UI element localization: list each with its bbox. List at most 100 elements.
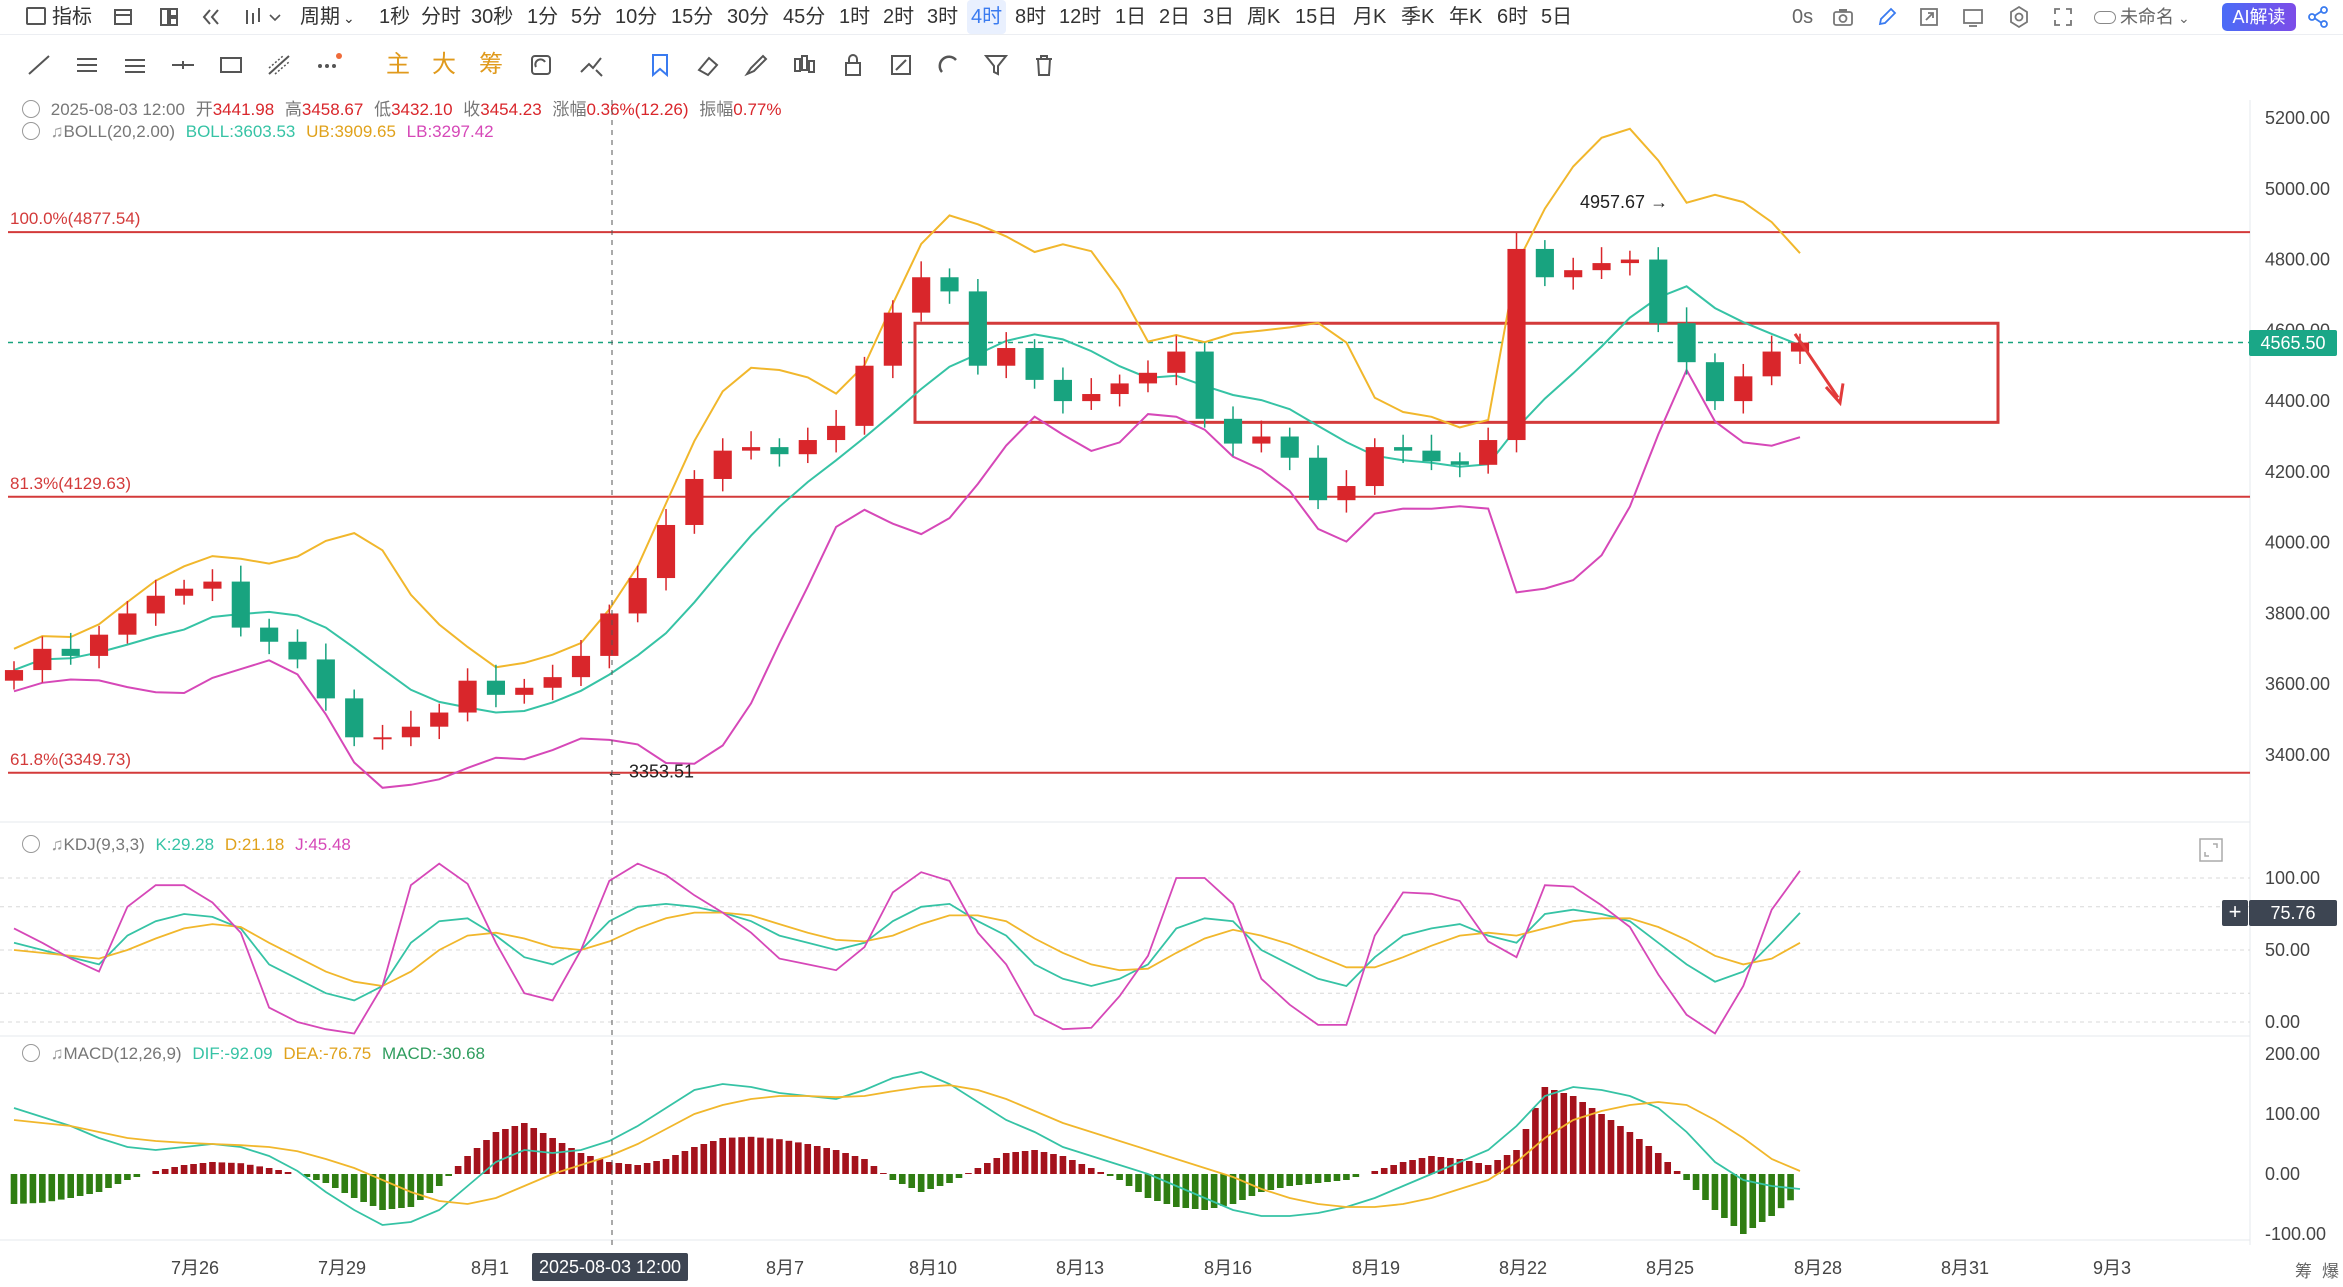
eraser-icon[interactable] bbox=[693, 50, 723, 80]
main-chart-chip[interactable]: 主 bbox=[383, 50, 413, 80]
footer-chip-a[interactable]: 筹 bbox=[2295, 1257, 2312, 1282]
chip-distribution-chip[interactable]: 筹 bbox=[476, 50, 506, 80]
candle-body bbox=[1195, 351, 1214, 419]
ai-interpret-button[interactable]: AI解读 bbox=[2222, 3, 2296, 31]
magnet-icon[interactable] bbox=[934, 50, 964, 80]
macd-bar bbox=[1097, 1172, 1105, 1174]
share-nodes-icon[interactable] bbox=[2305, 4, 2331, 30]
more-tools-icon[interactable] bbox=[312, 50, 342, 80]
macd-bar bbox=[209, 1162, 216, 1174]
macd-bar bbox=[974, 1168, 982, 1174]
expand-icon[interactable] bbox=[2197, 836, 2225, 864]
drawing-toolbar-icon[interactable] bbox=[110, 4, 136, 30]
period-tab[interactable]: 5分 bbox=[567, 0, 606, 34]
price-tick-label: 3600.00 bbox=[2265, 674, 2330, 694]
multi-chart-icon[interactable] bbox=[156, 4, 182, 30]
period-tab[interactable]: 12时 bbox=[1055, 0, 1105, 34]
period-tab[interactable]: 6时 bbox=[1493, 0, 1532, 34]
add-alert-button[interactable]: + bbox=[2222, 900, 2248, 926]
macd-bar bbox=[435, 1174, 443, 1186]
filter-icon[interactable] bbox=[981, 50, 1011, 80]
period-tab[interactable]: 2日 bbox=[1155, 0, 1194, 34]
macd-bar bbox=[785, 1140, 793, 1174]
period-tab[interactable]: 1分 bbox=[523, 0, 562, 34]
period-tab[interactable]: 2时 bbox=[879, 0, 918, 34]
macd-bar bbox=[284, 1172, 292, 1174]
period-tab[interactable]: 周K bbox=[1243, 0, 1284, 34]
macd-bar bbox=[341, 1174, 349, 1193]
macd-bar bbox=[870, 1166, 878, 1174]
lock-icon[interactable] bbox=[838, 50, 868, 80]
period-tab[interactable]: 10分 bbox=[611, 0, 661, 34]
period-tab[interactable]: 年K bbox=[1445, 0, 1486, 34]
period-tab[interactable]: 30秒 bbox=[467, 0, 517, 34]
time-tick-label: 9月3 bbox=[2093, 1258, 2131, 1278]
compare-icon[interactable] bbox=[198, 4, 224, 30]
macd-bar bbox=[936, 1174, 944, 1186]
period-tab[interactable]: 3时 bbox=[923, 0, 962, 34]
macd-bar bbox=[473, 1148, 481, 1174]
rectangle-icon[interactable] bbox=[216, 50, 246, 80]
period-tab[interactable]: 月K bbox=[1349, 0, 1390, 34]
period-menu[interactable]: 周期 ⌄ bbox=[300, 0, 355, 34]
period-tab[interactable]: 3日 bbox=[1199, 0, 1238, 34]
macd-bar bbox=[1087, 1168, 1095, 1174]
candle-body bbox=[1450, 461, 1469, 465]
edit-icon[interactable] bbox=[1874, 4, 1900, 30]
macd-bar bbox=[1371, 1171, 1379, 1174]
macd-bar bbox=[1418, 1158, 1426, 1174]
candle-body bbox=[685, 478, 704, 525]
chart-type-dropdown-icon[interactable] bbox=[262, 4, 281, 30]
candle-tool-icon[interactable] bbox=[789, 50, 819, 80]
fib-level-label: 100.0%(4877.54) bbox=[10, 209, 140, 228]
macd-bar bbox=[965, 1173, 972, 1174]
horizontal-line-icon[interactable] bbox=[168, 50, 198, 80]
period-tab[interactable]: 15分 bbox=[667, 0, 717, 34]
brush-icon[interactable] bbox=[741, 50, 771, 80]
period-tab[interactable]: 5日 bbox=[1537, 0, 1576, 34]
boll-lower-line bbox=[13, 367, 1801, 789]
macd-bar bbox=[1683, 1174, 1690, 1180]
fullscreen-icon[interactable] bbox=[2050, 4, 2076, 30]
period-tab[interactable]: 45分 bbox=[779, 0, 829, 34]
period-tab[interactable]: 15日 bbox=[1291, 0, 1341, 34]
macd-bar bbox=[520, 1123, 528, 1174]
period-tab[interactable]: 季K bbox=[1397, 0, 1438, 34]
candle-body bbox=[1053, 379, 1072, 402]
macd-bar bbox=[1012, 1152, 1019, 1174]
footer-chip-b[interactable]: 爆 bbox=[2322, 1257, 2339, 1282]
macd-bar bbox=[1050, 1154, 1057, 1174]
period-tab[interactable]: 1日 bbox=[1111, 0, 1150, 34]
large-order-chip[interactable]: 大 bbox=[429, 50, 459, 80]
horizontal-lines-icon[interactable] bbox=[120, 50, 150, 80]
candle-body bbox=[1479, 440, 1498, 465]
macd-bar bbox=[719, 1138, 727, 1174]
fib-levels: 100.0%(4877.54) 81.3%(4129.63) 61.8%(3349.… bbox=[8, 209, 2250, 774]
fib-tool-icon[interactable] bbox=[264, 50, 294, 80]
screen-icon[interactable] bbox=[1960, 4, 1986, 30]
period-tab[interactable]: 分时 bbox=[417, 0, 465, 34]
period-tab[interactable]: 8时 bbox=[1011, 0, 1050, 34]
period-tab[interactable]: 30分 bbox=[723, 0, 773, 34]
note-icon[interactable] bbox=[886, 50, 916, 80]
share-icon[interactable] bbox=[1916, 4, 1942, 30]
macd-bar bbox=[1617, 1126, 1624, 1174]
bookmark-icon[interactable] bbox=[645, 50, 675, 80]
layout-name-menu[interactable]: 未命名 ⌄ bbox=[2094, 0, 2190, 34]
indicator-button[interactable]: 指标 bbox=[26, 0, 92, 34]
macd-bar bbox=[662, 1159, 670, 1174]
period-tab[interactable]: 4时 bbox=[967, 0, 1007, 34]
period-tab[interactable]: 1秒 bbox=[375, 0, 414, 34]
trend-line-icon[interactable] bbox=[24, 50, 54, 80]
refresh-icon[interactable] bbox=[526, 50, 556, 80]
macd-bar bbox=[1428, 1156, 1435, 1174]
period-tab[interactable]: 1时 bbox=[835, 0, 874, 34]
settings-icon[interactable] bbox=[2006, 4, 2032, 30]
parallel-channel-icon[interactable] bbox=[72, 50, 102, 80]
trash-icon[interactable] bbox=[1029, 50, 1059, 80]
macd-bar bbox=[1276, 1174, 1284, 1188]
price-chart[interactable]: 100.0%(4877.54) 81.3%(4129.63) 61.8%(3349.… bbox=[0, 88, 2343, 1287]
candle-body bbox=[1535, 248, 1554, 278]
trend-arrow-icon[interactable] bbox=[576, 50, 606, 80]
camera-icon[interactable] bbox=[1830, 4, 1856, 30]
